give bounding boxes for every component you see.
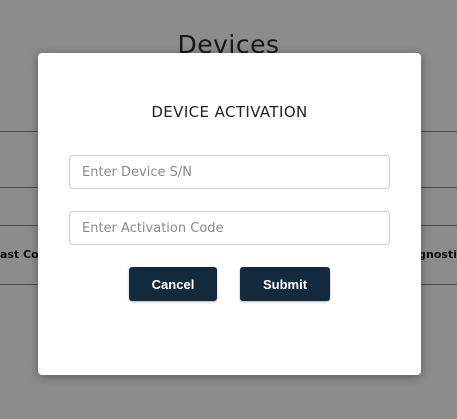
device-activation-dialog: DEVICE ACTIVATION Cancel Submit: [38, 53, 421, 375]
activation-code-input[interactable]: [69, 211, 390, 245]
cancel-button[interactable]: Cancel: [129, 267, 217, 301]
device-serial-input[interactable]: [69, 155, 390, 189]
submit-button[interactable]: Submit: [240, 267, 330, 301]
dialog-title: DEVICE ACTIVATION: [151, 103, 308, 121]
